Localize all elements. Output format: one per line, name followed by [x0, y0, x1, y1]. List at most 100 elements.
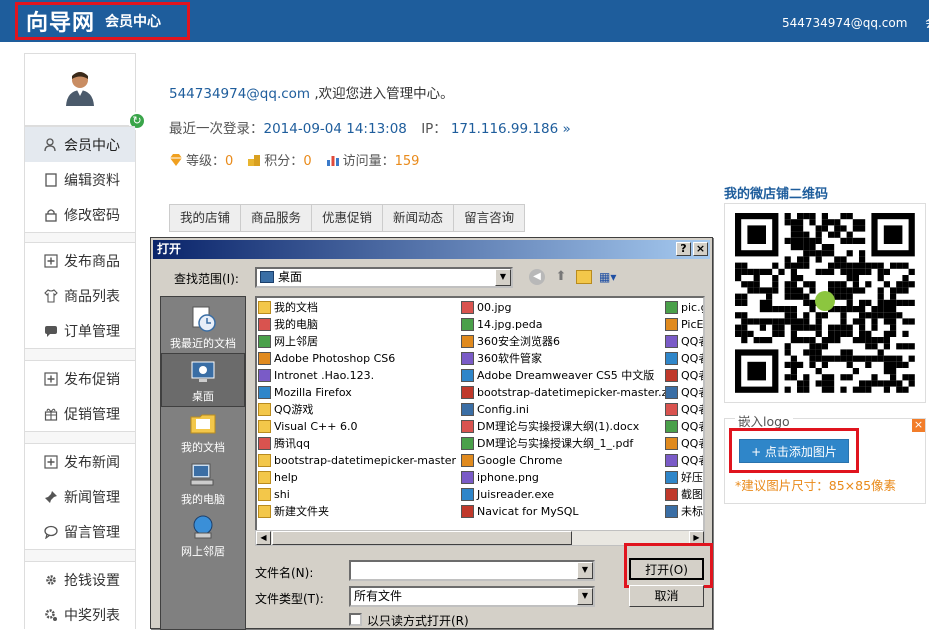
add-image-button[interactable]: + 点击添加图片: [739, 439, 849, 463]
chevron-down-icon[interactable]: ▼: [577, 588, 593, 605]
sidebar-item-publish-news[interactable]: 发布新闻: [25, 444, 135, 479]
lookin-select[interactable]: 桌面 ▼: [255, 267, 513, 288]
sidebar-item-member-center[interactable]: 会员中心: [25, 127, 135, 162]
file-item[interactable]: 新建文件夹: [258, 503, 458, 520]
back-icon[interactable]: ◀: [529, 269, 545, 285]
top-member-link[interactable]: 会: [925, 16, 929, 30]
file-item[interactable]: DM理论与实操授课大纲_1_.pdf: [461, 435, 666, 452]
view-menu-icon[interactable]: ▦▾: [599, 269, 621, 285]
file-item[interactable]: 我的电脑: [258, 316, 458, 333]
scroll-thumb[interactable]: [272, 531, 572, 545]
qr-module: [790, 237, 797, 244]
file-item[interactable]: 截图: [665, 486, 703, 503]
file-item[interactable]: QQ者: [665, 418, 703, 435]
file-item[interactable]: QQ者: [665, 333, 703, 350]
file-item[interactable]: Navicat for MySQL: [461, 503, 666, 520]
close-icon[interactable]: ×: [912, 419, 925, 432]
site-logo[interactable]: 向导网: [26, 5, 95, 37]
qr-module: [890, 293, 897, 300]
filename-input[interactable]: ▼: [349, 560, 595, 581]
file-item[interactable]: Visual C++ 6.0: [258, 418, 458, 435]
file-item[interactable]: 360安全浏览器6: [461, 333, 666, 350]
tab-my-shop[interactable]: 我的店铺: [169, 204, 242, 232]
file-item[interactable]: DM理论与实操授课大纲(1).docx: [461, 418, 666, 435]
file-item[interactable]: 360软件管家: [461, 350, 666, 367]
file-item[interactable]: QQ者: [665, 452, 703, 469]
sidebar-item-change-password[interactable]: 修改密码: [25, 197, 135, 232]
file-item[interactable]: 腾讯qq: [258, 435, 458, 452]
logo-area[interactable]: 向导网 会员中心: [15, 2, 190, 40]
help-icon[interactable]: ?: [676, 242, 691, 256]
file-item[interactable]: QQ者: [665, 384, 703, 401]
chevron-down-icon[interactable]: ▼: [577, 562, 593, 579]
file-item[interactable]: 我的文档: [258, 299, 458, 316]
tab-news[interactable]: 新闻动态: [382, 204, 455, 232]
sidebar-item-publish-goods[interactable]: 发布商品: [25, 243, 135, 278]
file-item[interactable]: 网上邻居: [258, 333, 458, 350]
file-item[interactable]: Adobe Photoshop CS6: [258, 350, 458, 367]
file-item[interactable]: QQ者: [665, 435, 703, 452]
file-item[interactable]: QQ者: [665, 401, 703, 418]
file-icon: [258, 335, 271, 348]
file-item[interactable]: 好压: [665, 469, 703, 486]
cancel-button[interactable]: 取消: [629, 585, 704, 607]
ip-link[interactable]: 171.116.99.186 »: [451, 121, 571, 137]
file-item[interactable]: shi: [258, 486, 458, 503]
file-item[interactable]: Intronet .Hao.123.: [258, 367, 458, 384]
file-item[interactable]: bootstrap-datetimepicker-master.zip: [461, 384, 677, 401]
file-list[interactable]: 我的文档 我的电脑 网上邻居 Adobe Photoshop CS6 Intronet …: [255, 296, 705, 544]
sidebar-item-lottery-settings[interactable]: 抢钱设置: [25, 562, 135, 597]
file-item[interactable]: 00.jpg: [461, 299, 666, 316]
file-item[interactable]: pic.g: [665, 299, 703, 316]
qr-module: [834, 330, 841, 337]
place-desktop[interactable]: 桌面: [161, 353, 245, 407]
sidebar-item-edit-profile[interactable]: 编辑资料: [25, 162, 135, 197]
sidebar-item-goods-list[interactable]: 商品列表: [25, 278, 135, 313]
file-item[interactable]: QQ者: [665, 350, 703, 367]
file-item[interactable]: Juisreader.exe: [461, 486, 666, 503]
tab-consult[interactable]: 留言咨询: [453, 204, 526, 232]
file-item[interactable]: iphone.png: [461, 469, 666, 486]
file-item[interactable]: Mozilla Firefox: [258, 384, 458, 401]
close-icon[interactable]: ×: [693, 242, 708, 256]
file-item[interactable]: Adobe Dreamweaver CS5 中文版: [461, 367, 666, 384]
file-item[interactable]: QQ者: [665, 367, 703, 384]
qr-module: [753, 268, 760, 275]
qr-module: [883, 281, 890, 288]
sidebar-item-winners-list[interactable]: 中奖列表: [25, 597, 135, 632]
tab-goods-service[interactable]: 商品服务: [240, 204, 313, 232]
place-network[interactable]: 网上邻居: [161, 509, 245, 563]
qr-module: [846, 268, 853, 275]
scroll-left-icon[interactable]: ◀: [256, 531, 271, 545]
place-my-documents[interactable]: 我的文档: [161, 405, 245, 459]
file-item[interactable]: QQ游戏: [258, 401, 458, 418]
file-item[interactable]: bootstrap-datetimepicker-master: [258, 452, 458, 469]
welcome-email-link[interactable]: 544734974@qq.com: [169, 86, 310, 102]
file-item[interactable]: help: [258, 469, 458, 486]
tab-promotions[interactable]: 优惠促销: [311, 204, 384, 232]
sidebar-item-messages[interactable]: 留言管理: [25, 514, 135, 549]
sidebar-item-promo-manage[interactable]: 促销管理: [25, 396, 135, 431]
qr-module: [871, 355, 878, 362]
avatar[interactable]: [65, 70, 95, 106]
file-item[interactable]: 未标: [665, 503, 703, 520]
file-item[interactable]: Config.ini: [461, 401, 666, 418]
up-folder-icon[interactable]: ⬆: [553, 269, 569, 285]
file-item-label: QQ者: [681, 437, 703, 450]
open-button[interactable]: 打开(O): [629, 558, 704, 580]
file-item[interactable]: 14.jpg.peda: [461, 316, 666, 333]
sidebar-item-orders[interactable]: 订单管理: [25, 313, 135, 348]
qr-module: [859, 299, 866, 306]
sidebar-item-news-manage[interactable]: 新闻管理: [25, 479, 135, 514]
sidebar-item-publish-promo[interactable]: 发布促销: [25, 361, 135, 396]
chevron-down-icon[interactable]: ▼: [495, 269, 511, 286]
user-email-link[interactable]: 544734974@qq.com: [782, 16, 907, 30]
readonly-checkbox[interactable]: [349, 613, 362, 626]
place-my-computer[interactable]: 我的电脑: [161, 457, 245, 511]
filetype-select[interactable]: 所有文件 ▼: [349, 586, 595, 607]
new-folder-icon[interactable]: [576, 270, 592, 284]
file-item[interactable]: Google Chrome: [461, 452, 666, 469]
file-item[interactable]: PicEc: [665, 316, 703, 333]
dialog-title-bar[interactable]: 打开 ? ×: [153, 240, 710, 259]
place-recent[interactable]: 我最近的文档: [161, 301, 245, 355]
